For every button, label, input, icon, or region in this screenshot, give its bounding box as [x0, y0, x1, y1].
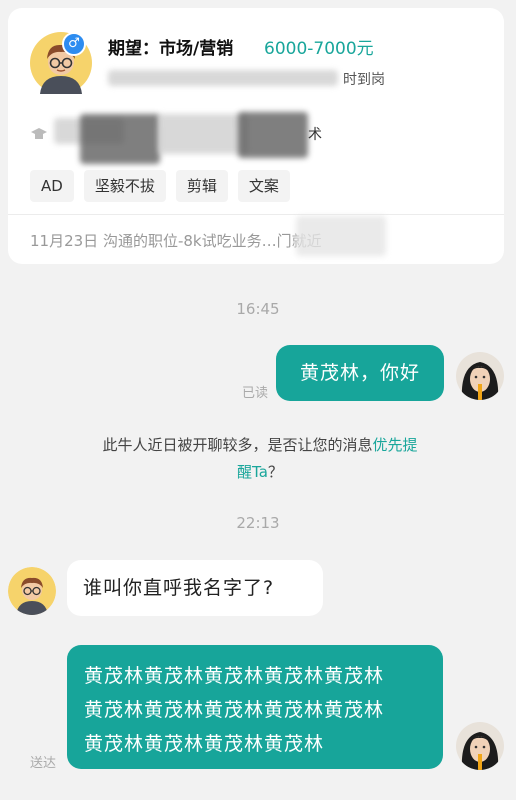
tag-item: 剪辑	[175, 170, 228, 202]
message-line: 黄茂林黄茂林黄茂林黄茂林黄茂林	[84, 699, 385, 721]
redacted-blob	[158, 114, 248, 154]
redacted-blob	[238, 112, 308, 158]
male-icon: ♂	[62, 32, 86, 56]
skill-text: 术	[308, 127, 322, 143]
system-tip: 此牛人近日被开聊较多，是否让您的消息优先提 醒Ta？	[60, 432, 460, 486]
communication-history[interactable]: 11月23日 沟通的职位-8k试吃业务…门就近	[30, 230, 322, 251]
priority-remind-link[interactable]: 优先提	[373, 436, 418, 454]
timestamp: 16:45	[236, 300, 280, 318]
redacted-history	[296, 216, 386, 256]
priority-remind-link-cont[interactable]: 醒Ta	[237, 463, 268, 481]
message-line: 黄茂林黄茂林黄茂林黄茂林	[84, 733, 325, 755]
message-line: 黄茂林黄茂林黄茂林黄茂林黄茂林	[84, 665, 385, 687]
redacted-info	[108, 70, 338, 86]
tag-item: 坚毅不拔	[83, 170, 166, 202]
candidate-card[interactable]: ♂ 期望：市场/营销 6000-7000元 时到岗 术 AD 坚毅不拔 剪辑 文…	[8, 8, 504, 264]
outgoing-message[interactable]: 黄茂林，你好	[276, 345, 444, 401]
redacted-blob	[80, 114, 160, 164]
job-expectation: 期望：市场/营销	[108, 39, 234, 59]
candidate-chat-avatar[interactable]	[8, 567, 56, 615]
read-status: 已读	[242, 386, 269, 401]
availability-text: 时到岗	[343, 72, 385, 88]
education-icon	[31, 128, 47, 139]
system-tip-end: ？	[267, 463, 283, 481]
my-avatar[interactable]	[456, 722, 504, 770]
timestamp: 22:13	[236, 514, 280, 532]
expected-salary: 6000-7000元	[264, 39, 374, 59]
skill-tags: AD 坚毅不拔 剪辑 文案	[30, 170, 290, 202]
outgoing-message-long[interactable]: 黄茂林黄茂林黄茂林黄茂林黄茂林 黄茂林黄茂林黄茂林黄茂林黄茂林 黄茂林黄茂林黄茂…	[67, 645, 443, 769]
system-tip-text: 此牛人近日被开聊较多，是否让您的消息	[102, 436, 373, 454]
incoming-message[interactable]: 谁叫你直呼我名字了?	[67, 560, 323, 616]
divider	[8, 214, 504, 215]
tag-item: AD	[30, 170, 74, 202]
my-avatar[interactable]	[456, 352, 504, 400]
tag-item: 文案	[237, 170, 290, 202]
delivered-status: 送达	[30, 756, 57, 771]
